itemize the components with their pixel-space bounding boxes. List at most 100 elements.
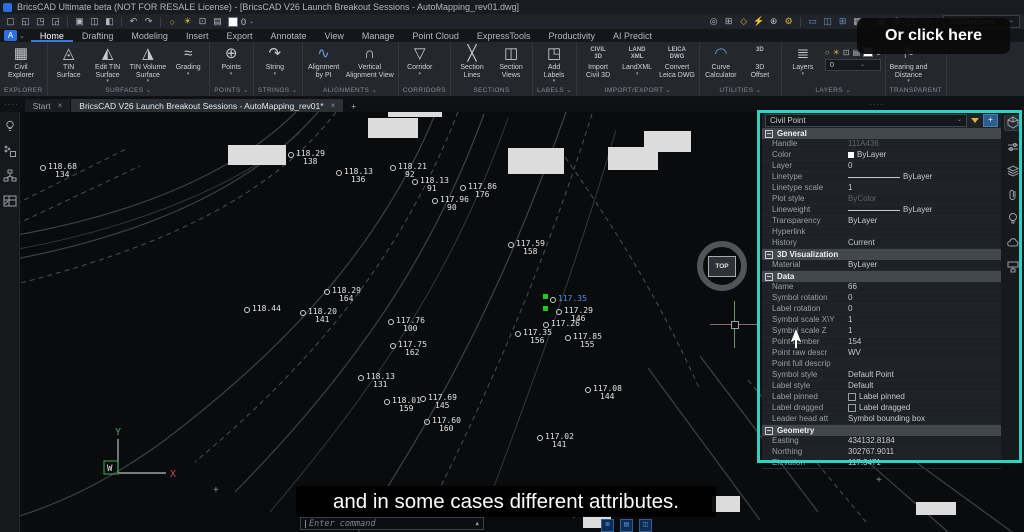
property-row-handle[interactable]: Handle111A436 <box>762 139 1001 150</box>
survey-point-label[interactable]: 118.29164 <box>324 287 361 303</box>
property-row-elevation[interactable]: Elevation117.3471 <box>762 458 1001 469</box>
view-navigation-ring[interactable]: TOP <box>697 241 747 291</box>
survey-point-label[interactable]: 117.85155 <box>565 333 602 349</box>
render-icon[interactable] <box>1004 259 1021 275</box>
survey-point-label[interactable]: 118.1391 <box>412 177 449 193</box>
settings-icon[interactable] <box>1004 139 1021 155</box>
selection-grip[interactable] <box>543 306 548 311</box>
layers-button[interactable]: ≣Layers▾ <box>784 44 822 77</box>
section-header-geometry[interactable]: Geometry <box>762 425 1001 436</box>
ribbon-tab-point-cloud[interactable]: Point Cloud <box>403 29 468 42</box>
structure-icon[interactable] <box>1 168 18 184</box>
property-value[interactable]: ByColor <box>848 194 1001 204</box>
ribbon-tab-modeling[interactable]: Modeling <box>122 29 177 42</box>
close-icon[interactable]: × <box>58 101 63 110</box>
tracking-toggle-icon[interactable]: ⚙ <box>782 16 795 27</box>
layer-bulb-icon[interactable]: ○ <box>825 48 830 57</box>
undo-icon[interactable]: ↶ <box>127 16 140 27</box>
property-row-lineweight[interactable]: LineweightByLayer <box>762 205 1001 216</box>
property-row-northing[interactable]: Northing302767.9011 <box>762 447 1001 458</box>
new-file-icon[interactable]: ▢ <box>4 16 17 27</box>
survey-point-label[interactable]: 117.35 <box>550 295 587 303</box>
ribbon-tab-productivity[interactable]: Productivity <box>539 29 604 42</box>
collapse-icon[interactable] <box>765 251 773 259</box>
3d-offset-button[interactable]: 3D3D Offset <box>741 44 779 84</box>
ribbon-tab-annotate[interactable]: Annotate <box>261 29 315 42</box>
property-value[interactable]: Current <box>848 238 1001 248</box>
selection-grip[interactable] <box>543 294 548 299</box>
copy-icon[interactable]: ▣ <box>73 16 86 27</box>
property-row-color[interactable]: ColorByLayer <box>762 150 1001 161</box>
ribbon-tab-export[interactable]: Export <box>217 29 261 42</box>
ribbon-tab-drafting[interactable]: Drafting <box>73 29 123 42</box>
survey-point-label[interactable]: 117.75162 <box>390 341 427 357</box>
checkbox[interactable] <box>848 393 856 401</box>
survey-point-label[interactable]: 117.86176 <box>460 183 497 199</box>
survey-point-label[interactable]: 117.35156 <box>515 329 552 345</box>
property-value[interactable]: Default Point <box>848 370 1001 380</box>
layer-lock-icon[interactable]: ⊡ <box>196 16 209 27</box>
string-button[interactable]: ↷String▾ <box>256 44 294 77</box>
export-pdf-icon[interactable]: ◧ <box>103 16 116 27</box>
doc-tab-bricscad-v26-launch[interactable]: BricsCAD V26 Launch Breakout Sessions - … <box>71 99 343 112</box>
survey-point-label[interactable]: 117.26 <box>543 320 580 328</box>
chevron-up-icon[interactable]: ▲ <box>475 520 479 527</box>
survey-point-label[interactable]: 117.76100 <box>388 317 425 333</box>
edit-tin-surface-button[interactable]: ◭Edit TIN Surface▾ <box>89 44 127 84</box>
property-value[interactable]: 434132.8184 <box>848 436 1001 446</box>
viewport-4-icon[interactable]: ⊞ <box>836 16 849 27</box>
landxml-button[interactable]: LAND XMLLandXML▾ <box>618 44 656 77</box>
property-value[interactable]: 0 <box>848 161 1001 171</box>
corridor-button[interactable]: ▽Corridor▾ <box>401 44 439 77</box>
command-input[interactable]: Enter command ▲ <box>300 517 484 530</box>
survey-point-label[interactable]: 118.01159 <box>384 397 421 413</box>
taskbar-icon[interactable]: ▤ <box>620 519 633 532</box>
curve-calculator-button[interactable]: ◠Curve Calculator <box>702 44 740 84</box>
click-here-tooltip[interactable]: Or click here <box>857 18 1010 54</box>
property-row-label-rotation[interactable]: Label rotation0 <box>762 304 1001 315</box>
convert-leica-dwg-button[interactable]: LEICA DWGConvert Leica DWG <box>657 44 697 84</box>
property-row-linetype-scale[interactable]: Linetype scale1 <box>762 183 1001 194</box>
ribbon-tab-home[interactable]: Home <box>31 29 73 42</box>
import-civil-3d-button[interactable]: CIVIL 3DImport Civil 3D <box>579 44 617 84</box>
open-file-icon[interactable]: ◱ <box>19 16 32 27</box>
property-row-symbol-rotation[interactable]: Symbol rotation0 <box>762 293 1001 304</box>
property-value[interactable]: 111A436 <box>848 139 1001 149</box>
attachments-icon[interactable] <box>1004 187 1021 203</box>
property-value[interactable] <box>848 359 1001 369</box>
property-row-point-full-descrip[interactable]: Point full descrip <box>762 359 1001 370</box>
property-row-label-dragged[interactable]: Label draggedLabel dragged <box>762 403 1001 414</box>
tin-volume-surface-button[interactable]: ◮TIN Volume Surface▾ <box>128 44 169 84</box>
property-row-label-pinned[interactable]: Label pinnedLabel pinned <box>762 392 1001 403</box>
section-header-3d-visualization[interactable]: 3D Visualization <box>762 249 1001 260</box>
light-bulb-icon[interactable] <box>1 118 18 134</box>
property-value[interactable]: ByLayer <box>848 172 1001 182</box>
property-row-leader-head-att[interactable]: Leader head attSymbol bounding box <box>762 414 1001 425</box>
section-header-general[interactable]: General <box>762 128 1001 139</box>
taskbar-icon[interactable]: ≣ <box>601 519 614 532</box>
property-row-point-raw-descr[interactable]: Point raw descrWV <box>762 348 1001 359</box>
polar-toggle-icon[interactable]: ⚡ <box>752 16 765 27</box>
property-value[interactable]: 117.3471 <box>848 458 1001 468</box>
survey-point-label[interactable]: 117.02141 <box>537 433 574 449</box>
survey-point-label[interactable]: 118.29138 <box>288 150 325 166</box>
survey-point-label[interactable]: 118.13136 <box>336 168 373 184</box>
survey-point-label[interactable]: 117.59158 <box>508 240 545 256</box>
save-as-icon[interactable]: ◲ <box>49 16 62 27</box>
entity-type-dropdown[interactable]: Civil Point ⌄ <box>765 114 967 127</box>
property-row-name[interactable]: Name66 <box>762 282 1001 293</box>
ribbon-tab-manage[interactable]: Manage <box>353 29 404 42</box>
esnap-toggle-icon[interactable]: ⊕ <box>767 16 780 27</box>
ortho-toggle-icon[interactable]: ◇ <box>737 16 750 27</box>
property-value[interactable]: 66 <box>848 282 1001 292</box>
property-value[interactable]: 302767.9011 <box>848 447 1001 457</box>
view-cube-top-face[interactable]: TOP <box>708 256 736 277</box>
survey-point-label[interactable]: 117.08144 <box>585 385 622 401</box>
grading-button[interactable]: ≈Grading▾ <box>169 44 207 77</box>
layer-sun-icon[interactable]: ☀ <box>181 16 194 27</box>
property-value[interactable]: ByLayer <box>848 216 1001 226</box>
section-lines-button[interactable]: ╳Section Lines <box>453 44 491 84</box>
close-icon[interactable]: × <box>331 101 336 110</box>
civil-explorer-button[interactable]: ▦Civil Explorer <box>2 44 40 84</box>
layer-print-icon[interactable]: ▤ <box>211 16 224 27</box>
